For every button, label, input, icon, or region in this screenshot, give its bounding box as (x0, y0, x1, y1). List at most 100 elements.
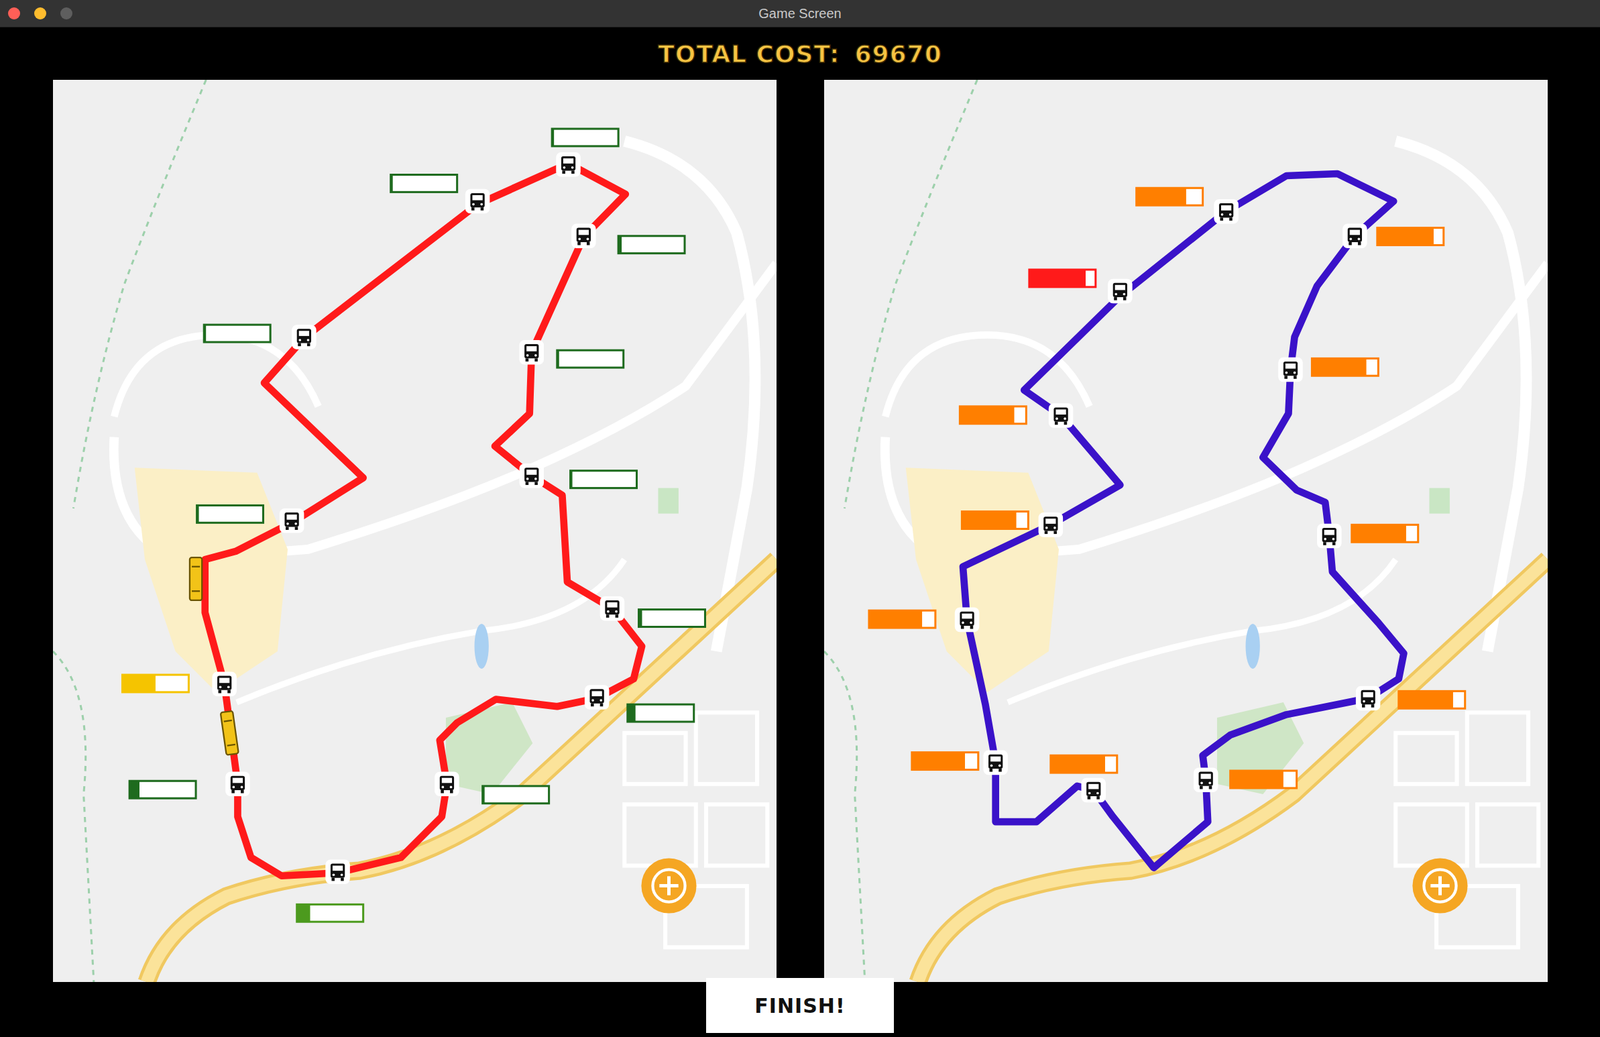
bus-stop (1050, 755, 1117, 803)
capacity-bar (638, 609, 705, 627)
bus-stop-icon (571, 223, 597, 249)
capacity-fill (551, 128, 554, 147)
map-canvas (52, 79, 777, 982)
bus-stop (203, 324, 316, 350)
bus-stop (122, 671, 237, 697)
total-cost: TOTAL COST:69670 (0, 27, 1600, 80)
capacity-fill (556, 350, 559, 368)
bus-stop (1278, 357, 1379, 383)
capacity-fill (1028, 269, 1085, 288)
bus-stop (551, 128, 619, 178)
bus-stop-icon (983, 750, 1008, 776)
capacity-fill (1050, 755, 1105, 773)
map-canvas (824, 79, 1548, 982)
capacity-fill (959, 406, 1014, 424)
road (624, 140, 756, 652)
school-bus-icon (219, 710, 239, 756)
map-panel (824, 79, 1548, 982)
bus-stop (519, 339, 623, 368)
capacity-fill (868, 610, 922, 628)
school-bus-icon (189, 557, 202, 601)
bus-stop (1192, 767, 1297, 792)
window-control-button[interactable] (34, 7, 47, 20)
add-bus-button[interactable] (640, 856, 698, 914)
bus-stop-icon (1080, 777, 1106, 803)
pond (1245, 623, 1260, 669)
capacity-fill (618, 236, 622, 254)
capacity-bar (1376, 227, 1444, 246)
bus-stop (584, 684, 694, 722)
capacity-bar (1229, 770, 1297, 788)
capacity-fill (1376, 227, 1434, 246)
map-panel (52, 79, 777, 982)
bus-stop (599, 596, 705, 627)
bus-stop-icon (555, 152, 581, 178)
capacity-bar (868, 610, 935, 628)
bus-stop-icon (1048, 403, 1073, 428)
road (884, 263, 1548, 560)
bus-stop-icon (584, 684, 609, 710)
map-ground (824, 79, 1548, 982)
bus-stop-icon (211, 671, 237, 697)
bus-stop-icon (1278, 357, 1303, 383)
bus-stop-icon (1317, 523, 1342, 549)
bus-stop (571, 223, 685, 254)
bus-stop-icon (1107, 278, 1133, 304)
capacity-fill (1229, 770, 1283, 788)
capacity-bar (551, 128, 619, 147)
bus-stop (959, 403, 1073, 428)
capacity-fill (911, 752, 965, 770)
capacity-fill (961, 511, 1016, 530)
window-control-button[interactable] (60, 7, 73, 20)
capacity-fill (638, 609, 642, 627)
field (657, 488, 678, 514)
capacity-bar (203, 324, 271, 342)
game-screen: Game Screen TOTAL COST:69670 FINISH! (0, 0, 1600, 1037)
highway (918, 559, 1548, 982)
capacity-bar (1028, 269, 1096, 288)
highway (146, 559, 777, 982)
capacity-fill (1311, 358, 1366, 376)
title-bar: Game Screen (0, 0, 1600, 28)
window-controls (8, 7, 73, 20)
bus-stop-icon (519, 339, 544, 365)
bus-stop-icon (225, 771, 251, 797)
capacity-fill (1135, 187, 1186, 206)
capacity-bar (390, 174, 457, 192)
plus-icon (1411, 856, 1469, 914)
bus-stop-icon (434, 771, 460, 797)
capacity-bar (626, 704, 694, 722)
capacity-fill (122, 674, 155, 693)
window-title: Game Screen (758, 6, 841, 22)
capacity-bar (1050, 755, 1117, 773)
bus-stop (1355, 686, 1465, 711)
building (134, 467, 288, 693)
bus-stop-icon (1038, 512, 1063, 538)
capacity-bar (1398, 690, 1465, 709)
bus-stop-icon (1355, 686, 1381, 711)
capacity-bar (961, 511, 1028, 530)
maps-row (0, 79, 1600, 982)
add-bus-button[interactable] (1411, 856, 1469, 914)
capacity-bar (129, 780, 196, 798)
bus-stop-icon (1213, 199, 1239, 224)
bus-stop (961, 511, 1063, 538)
bus-stop (129, 771, 251, 799)
capacity-bar (296, 903, 363, 922)
bus-stop (519, 463, 637, 489)
finish-button[interactable]: FINISH! (706, 977, 894, 1033)
window-control-button[interactable] (8, 7, 21, 20)
bus-stop (868, 607, 979, 633)
bus-route (204, 163, 642, 876)
capacity-bar (911, 752, 978, 770)
capacity-bar (1351, 524, 1418, 542)
highway (918, 559, 1548, 982)
capacity-fill (626, 704, 636, 722)
bus-stop (1028, 269, 1132, 304)
bus-stop (911, 750, 1008, 776)
bus-stop (1317, 523, 1419, 549)
capacity-fill (390, 174, 393, 192)
building (905, 467, 1059, 693)
capacity-fill (203, 324, 206, 342)
highway (146, 559, 777, 982)
